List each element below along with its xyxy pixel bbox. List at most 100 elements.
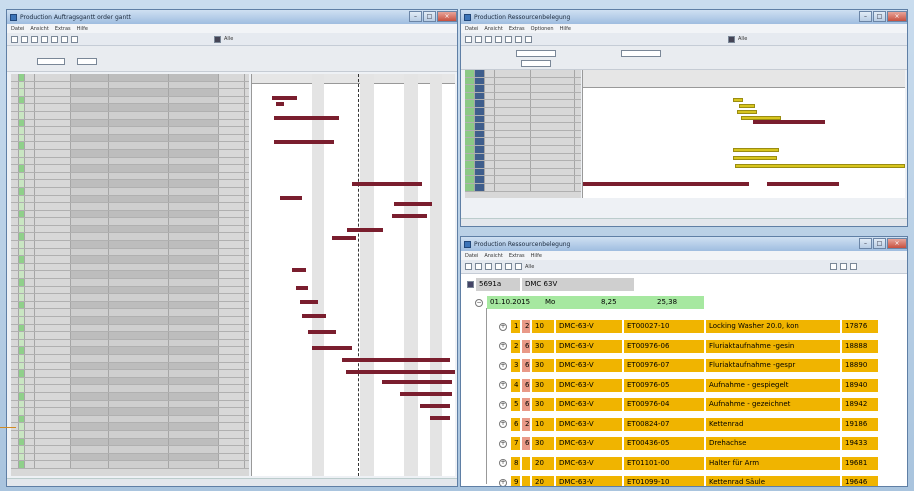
table-row[interactable]	[11, 271, 249, 280]
gantt-order-bar[interactable]	[274, 140, 334, 144]
resource-row[interactable]	[465, 100, 581, 108]
table-row[interactable]	[11, 180, 249, 188]
table-row[interactable]	[11, 354, 249, 363]
resource-load-bar[interactable]	[741, 116, 781, 120]
table-row[interactable]	[11, 370, 249, 378]
table-row[interactable]	[11, 187, 249, 196]
expand-icon[interactable]: +	[499, 361, 507, 370]
filter-dropdown[interactable]	[37, 58, 65, 65]
gantt-order-bar[interactable]	[352, 182, 422, 186]
maximize-button[interactable]: □	[873, 238, 886, 249]
table-row[interactable]	[11, 377, 249, 386]
gantt-order-bar[interactable]	[302, 314, 326, 318]
table-row[interactable]	[11, 279, 249, 287]
gantt-order-bar[interactable]	[347, 228, 383, 232]
gantt-order-bar[interactable]	[392, 214, 427, 218]
open-icon[interactable]	[475, 263, 482, 270]
resource-load-bar[interactable]	[733, 156, 777, 160]
menu-file[interactable]: Datei	[11, 26, 24, 32]
table-row[interactable]	[11, 96, 249, 105]
zoom-out-icon[interactable]	[61, 35, 68, 43]
gantt-order-bar[interactable]	[272, 96, 297, 100]
save-icon[interactable]	[485, 263, 492, 270]
collapse-icon[interactable]: −	[475, 298, 483, 307]
tree-row[interactable]: +4 6 30 DMC-63-V ET00976-05 Aufnahme - gespie…	[499, 378, 880, 393]
resource-load-bar[interactable]	[739, 104, 755, 108]
table-row[interactable]	[11, 438, 249, 447]
table-row[interactable]	[11, 400, 249, 409]
expand-icon[interactable]: +	[499, 478, 507, 486]
gantt-order-bar[interactable]	[276, 102, 284, 106]
search-icon[interactable]	[41, 35, 48, 43]
resource-gantt-chart[interactable]	[582, 70, 905, 198]
resource-row[interactable]	[465, 176, 581, 184]
table-row[interactable]	[11, 127, 249, 135]
tree-root-row[interactable]: 5691a DMC 63V	[467, 277, 634, 292]
save-icon[interactable]	[485, 35, 492, 43]
table-row[interactable]	[11, 74, 249, 82]
resource-load-bar[interactable]	[733, 148, 779, 152]
table-row[interactable]	[11, 233, 249, 242]
table-row[interactable]	[11, 446, 249, 454]
order-table[interactable]	[11, 74, 249, 476]
gantt-order-bar[interactable]	[274, 116, 339, 120]
table-row[interactable]	[11, 408, 249, 416]
table-row[interactable]	[11, 263, 249, 272]
print-icon[interactable]	[728, 35, 735, 43]
expand-icon[interactable]: +	[499, 420, 507, 428]
gantt-order-bar[interactable]	[346, 370, 455, 374]
table-row[interactable]	[11, 119, 249, 128]
tree-row[interactable]: +3 6 30 DMC-63-V ET00976-07 Fluriaktaufnahme …	[499, 358, 880, 373]
table-row[interactable]	[11, 430, 249, 439]
table-row[interactable]	[11, 218, 249, 226]
menu-help[interactable]: Hilfe	[77, 26, 88, 32]
menu-extras[interactable]: Extras	[55, 26, 71, 32]
date-dropdown[interactable]	[621, 50, 661, 57]
gantt-order-bar[interactable]	[394, 202, 432, 206]
resource-row[interactable]	[465, 107, 581, 116]
resource-row[interactable]	[465, 85, 581, 93]
gantt-order-bar[interactable]	[420, 404, 450, 408]
table-row[interactable]	[11, 309, 249, 317]
expand-icon[interactable]: +	[499, 459, 507, 467]
resource-row[interactable]	[465, 115, 581, 124]
menu-help[interactable]: Hilfe	[531, 253, 542, 259]
nav-right-icon[interactable]	[840, 263, 848, 270]
table-row[interactable]	[11, 461, 249, 469]
tree-row[interactable]: +2 6 30 DMC-63-V ET00976-06 Fluriaktaufnahme …	[499, 339, 880, 354]
tree-titlebar[interactable]: Production Ressourcenbelegung – □ ×	[461, 237, 907, 251]
table-row[interactable]	[11, 81, 249, 90]
table-row[interactable]	[11, 423, 249, 431]
zoom-in-icon[interactable]	[505, 263, 512, 270]
gantt-order-bar[interactable]	[292, 268, 306, 272]
table-row[interactable]	[11, 286, 249, 295]
table-row[interactable]	[11, 149, 249, 158]
nav-left-icon[interactable]	[830, 263, 838, 270]
table-row[interactable]	[11, 203, 249, 211]
resource-row[interactable]	[465, 145, 581, 154]
close-button[interactable]: ×	[887, 238, 907, 249]
table-row[interactable]	[11, 172, 249, 181]
resource-row[interactable]	[465, 153, 581, 162]
table-row[interactable]	[11, 210, 249, 219]
resource-row[interactable]	[465, 183, 581, 192]
tree-row[interactable]: +6 2 10 DMC-63-V ET00824-07 Kettenrad 19186	[499, 417, 880, 432]
table-row[interactable]	[11, 324, 249, 333]
new-icon[interactable]	[11, 35, 18, 43]
table-row[interactable]	[11, 89, 249, 97]
minimize-button[interactable]: –	[859, 238, 872, 249]
table-row[interactable]	[11, 362, 249, 371]
resource-row[interactable]	[465, 161, 581, 169]
table-row[interactable]	[11, 157, 249, 166]
search-icon[interactable]	[495, 263, 502, 270]
tree-date-row[interactable]: − 01.10.2015 Mo 8,25 25,38	[475, 295, 704, 310]
resource-order-bar[interactable]	[753, 120, 825, 124]
table-row[interactable]	[11, 392, 249, 401]
table-row[interactable]	[11, 294, 249, 302]
gantt-order-bar[interactable]	[400, 392, 452, 396]
open-icon[interactable]	[21, 35, 28, 43]
resource-load-bar[interactable]	[737, 110, 757, 114]
minimize-button[interactable]: –	[409, 11, 422, 22]
gantt-order-bar[interactable]	[332, 236, 356, 240]
table-row[interactable]	[11, 317, 249, 325]
